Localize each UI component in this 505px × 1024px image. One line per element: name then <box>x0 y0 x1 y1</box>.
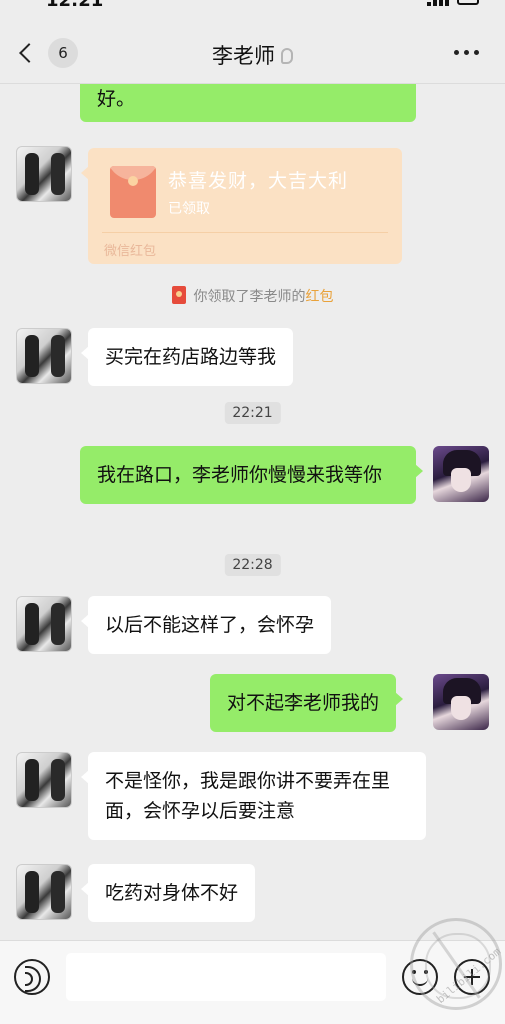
message-bubble-other[interactable]: 不是怪你，我是跟你讲不要弄在里面，会怀孕以后要注意 <box>81 752 426 840</box>
chat-header: 6 李老师 <box>0 22 505 84</box>
red-packet-link[interactable]: 红包 <box>306 289 334 305</box>
avatar-self[interactable] <box>433 446 489 502</box>
avatar-teacher[interactable] <box>16 596 72 652</box>
message-input[interactable] <box>66 953 386 1001</box>
ear-icon <box>281 48 293 64</box>
contact-name: 李老师 <box>212 44 275 68</box>
more-options-button[interactable] <box>454 50 479 55</box>
avatar-teacher[interactable] <box>16 328 72 384</box>
red-envelope-icon <box>110 166 156 218</box>
emoji-icon[interactable] <box>402 959 438 995</box>
status-icons <box>427 0 479 6</box>
plus-icon[interactable] <box>454 959 490 995</box>
input-bar <box>0 940 505 1024</box>
battery-icon <box>457 0 479 5</box>
voice-icon[interactable] <box>14 959 50 995</box>
status-time: 12:21 <box>46 0 104 11</box>
status-bar: 12:21 <box>0 0 505 14</box>
red-packet-title: 恭喜发财，大吉大利 <box>168 170 349 192</box>
message-bubble-other[interactable]: 吃药对身体不好 <box>80 864 256 922</box>
red-packet-status: 已领取 <box>168 201 210 217</box>
chat-title: 李老师 <box>0 40 505 70</box>
red-packet-icon <box>171 286 186 304</box>
message-list[interactable]: 好。 恭喜发财，大吉大利 已领取 微信红包 你领取了李老师的红包 买完在药店路边… <box>0 84 505 940</box>
message-bubble-other[interactable]: 以后不能这样了，会怀孕 <box>80 596 332 654</box>
divider <box>102 232 388 233</box>
message-bubble-self[interactable]: 对不起李老师我的 <box>210 674 404 732</box>
red-packet-card[interactable]: 恭喜发财，大吉大利 已领取 微信红包 <box>81 148 402 264</box>
system-notice: 你领取了李老师的红包 <box>0 286 505 306</box>
message-bubble-other[interactable]: 买完在药店路边等我 <box>80 328 294 386</box>
message-bubble-self[interactable]: 好。 <box>80 84 416 122</box>
avatar-teacher[interactable] <box>16 864 72 920</box>
message-bubble-self[interactable]: 我在路口，李老师你慢慢来我等你 <box>80 446 423 504</box>
avatar-teacher[interactable] <box>16 146 72 202</box>
timestamp: 22:28 <box>224 554 281 576</box>
avatar-teacher[interactable] <box>16 752 72 808</box>
timestamp: 22:21 <box>224 402 281 424</box>
red-packet-footer: 微信红包 <box>104 244 157 259</box>
avatar-self[interactable] <box>433 674 489 730</box>
signal-icon <box>427 0 449 6</box>
